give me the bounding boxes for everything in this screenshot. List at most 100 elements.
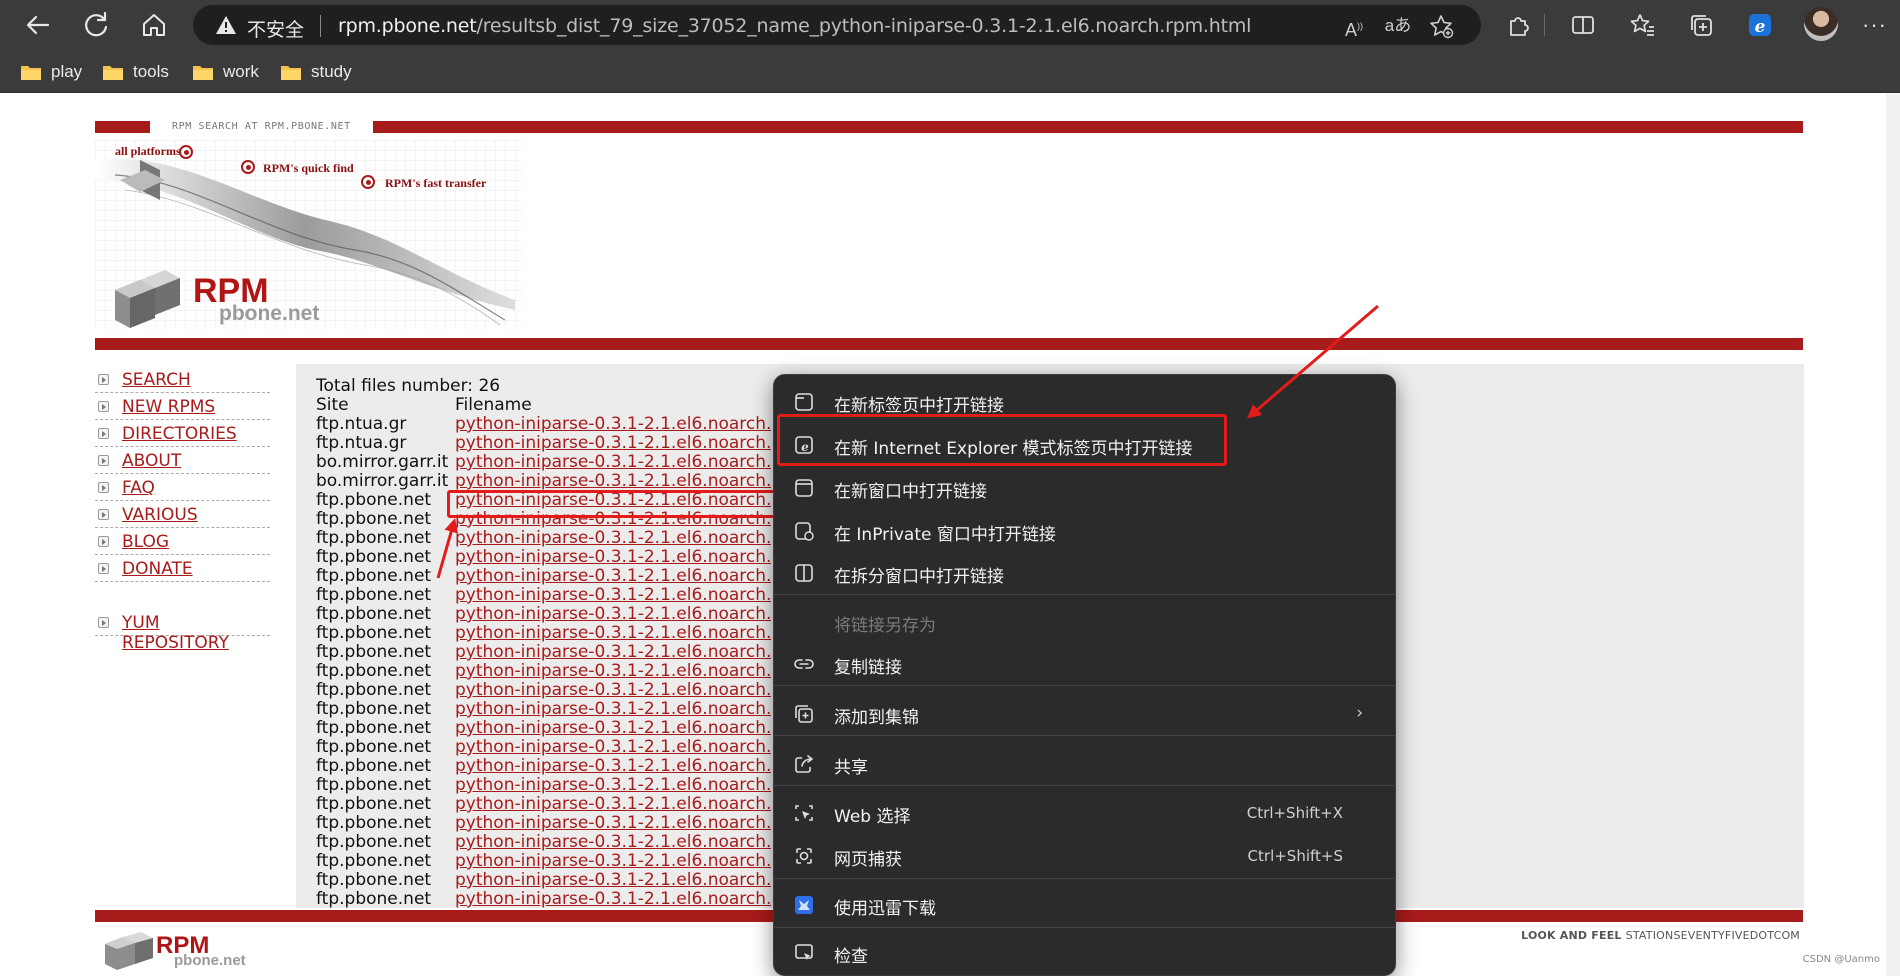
result-file-link[interactable]: python-iniparse-0.3.1-2.1.el6.noarch.rpm: [455, 889, 771, 909]
back-button[interactable]: [22, 9, 54, 41]
result-site: bo.mirror.garr.it: [316, 471, 449, 491]
result-site: ftp.pbone.net: [316, 889, 432, 909]
sidebar-link[interactable]: YUM REPOSITORY: [122, 613, 270, 653]
banner-link-fast-transfer[interactable]: RPM's fast transfer: [385, 176, 486, 191]
banner-dot-icon: [241, 160, 255, 174]
result-file-link[interactable]: python-iniparse-0.3.1-2.1.el6.noarch.rpm: [455, 547, 771, 567]
menu-item-inspect[interactable]: 检查: [780, 934, 1391, 972]
split-screen-icon[interactable]: [1568, 10, 1598, 40]
result-file-link[interactable]: python-iniparse-0.3.1-2.1.el6.noarch.rpm: [455, 718, 771, 738]
result-site: ftp.pbone.net: [316, 604, 432, 624]
sidebar-item-faq[interactable]: FAQ: [95, 474, 270, 501]
insecure-label[interactable]: 不安全: [247, 15, 304, 42]
sidebar-item-search[interactable]: SEARCH: [95, 366, 270, 393]
ie-mode-icon[interactable]: e: [1745, 10, 1775, 40]
result-file-link[interactable]: python-iniparse-0.3.1-2.1.el6.noarch.rpm: [455, 471, 771, 491]
url-text[interactable]: rpm.pbone.net/resultsb_dist_79_size_3705…: [338, 15, 1251, 37]
browser-toolbar: 不安全 rpm.pbone.net/resultsb_dist_79_size_…: [0, 0, 1900, 50]
bookmark-work[interactable]: work: [192, 60, 259, 84]
menu-item-open-split-window[interactable]: 在拆分窗口中打开链接: [780, 554, 1391, 592]
menu-item-add-to-collections[interactable]: 添加到集锦 ›: [780, 695, 1391, 733]
result-file-link[interactable]: python-iniparse-0.3.1-2.1.el6.noarch.rpm: [455, 414, 771, 434]
sidebar-link[interactable]: DONATE: [122, 559, 193, 579]
result-site: ftp.pbone.net: [316, 794, 432, 814]
banner-link-all-platforms[interactable]: all platforms: [115, 144, 181, 159]
sidebar-link[interactable]: SEARCH: [122, 370, 191, 390]
result-file-link[interactable]: python-iniparse-0.3.1-2.1.el6.noarch.rpm: [455, 604, 771, 624]
result-file-link[interactable]: python-iniparse-0.3.1-2.1.el6.noarch.rpm: [455, 585, 771, 605]
sidebar-link[interactable]: BLOG: [122, 532, 169, 552]
result-file-link[interactable]: python-iniparse-0.3.1-2.1.el6.noarch.rpm: [455, 433, 771, 453]
menu-item-label: 在 InPrivate 窗口中打开链接: [834, 525, 1056, 545]
result-file-link[interactable]: python-iniparse-0.3.1-2.1.el6.noarch.rpm: [455, 699, 771, 719]
sidebar-item-blog[interactable]: BLOG: [95, 528, 270, 555]
extensions-icon[interactable]: [1503, 10, 1533, 40]
result-site: ftp.pbone.net: [316, 642, 432, 662]
sidebar-link[interactable]: ABOUT: [122, 451, 181, 471]
sidebar-link[interactable]: FAQ: [122, 478, 155, 498]
banner-link-quick-find[interactable]: RPM's quick find: [263, 161, 354, 176]
bookmark-study[interactable]: study: [280, 60, 352, 84]
sidebar-link[interactable]: DIRECTORIES: [122, 424, 237, 444]
translate-icon[interactable]: aあ: [1381, 13, 1415, 39]
sidebar-item-about[interactable]: ABOUT: [95, 447, 270, 474]
favorites-icon[interactable]: [1627, 10, 1657, 40]
menu-item-web-capture[interactable]: 网页捕获 Ctrl+Shift+S: [780, 837, 1391, 875]
menu-item-save-link-as: 将链接另存为: [780, 603, 1391, 641]
new-tab-icon: [793, 391, 815, 413]
bookmark-play[interactable]: play: [20, 60, 82, 84]
result-file-link[interactable]: python-iniparse-0.3.1-2.1.el6.noarch.rpm: [455, 661, 771, 681]
result-file-link[interactable]: python-iniparse-0.3.1-2.1.el6.noarch.rpm: [455, 680, 771, 700]
menu-separator: [774, 927, 1395, 928]
banner-red-bar: [95, 338, 1803, 350]
column-header-site: Site: [316, 395, 349, 415]
result-file-link[interactable]: python-iniparse-0.3.1-2.1.el6.noarch.rpm: [455, 452, 771, 472]
sidebar-item-new-rpms[interactable]: NEW RPMS: [95, 393, 270, 420]
more-menu-icon[interactable]: ···: [1862, 12, 1887, 38]
menu-item-open-new-window[interactable]: 在新窗口中打开链接: [780, 469, 1391, 507]
sidebar-item-directories[interactable]: DIRECTORIES: [95, 420, 270, 447]
result-file-link[interactable]: python-iniparse-0.3.1-2.1.el6.noarch.rpm: [455, 737, 771, 757]
result-site: ftp.pbone.net: [316, 528, 432, 548]
result-file-link[interactable]: python-iniparse-0.3.1-2.1.el6.noarch.rpm: [455, 775, 771, 795]
result-file-link[interactable]: python-iniparse-0.3.1-2.1.el6.noarch.rpm: [455, 623, 771, 643]
collections-icon[interactable]: [1686, 10, 1716, 40]
address-divider: [320, 15, 321, 37]
sidebar-item-donate[interactable]: DONATE: [95, 555, 270, 582]
result-file-link[interactable]: python-iniparse-0.3.1-2.1.el6.noarch.rpm: [455, 756, 771, 776]
total-files-label: Total files number: 26: [316, 376, 501, 396]
folder-icon: [192, 64, 214, 81]
result-file-link[interactable]: python-iniparse-0.3.1-2.1.el6.noarch.rpm: [455, 528, 771, 548]
page-scrollbar[interactable]: [1886, 94, 1900, 976]
result-file-link[interactable]: python-iniparse-0.3.1-2.1.el6.noarch.rpm: [455, 642, 771, 662]
sidebar-link[interactable]: VARIOUS: [122, 505, 198, 525]
bookmark-label: play: [51, 62, 83, 81]
menu-separator: [774, 735, 1395, 736]
result-file-link[interactable]: python-iniparse-0.3.1-2.1.el6.noarch.rpm: [455, 851, 771, 871]
sidebar-link[interactable]: NEW RPMS: [122, 397, 215, 417]
folder-icon: [20, 64, 42, 81]
favorite-star-icon[interactable]: [1428, 13, 1454, 39]
bookmark-tools[interactable]: tools: [102, 60, 169, 84]
menu-item-web-select[interactable]: Web 选择 Ctrl+Shift+X: [780, 794, 1391, 832]
refresh-button[interactable]: [80, 9, 112, 41]
menu-item-thunder-download[interactable]: 使用迅雷下载: [780, 886, 1391, 924]
result-file-link[interactable]: python-iniparse-0.3.1-2.1.el6.noarch.rpm: [455, 794, 771, 814]
folder-icon: [102, 64, 124, 81]
sidebar-item-various[interactable]: VARIOUS: [95, 501, 270, 528]
result-file-link[interactable]: python-iniparse-0.3.1-2.1.el6.noarch.rpm: [455, 832, 771, 852]
result-file-link[interactable]: python-iniparse-0.3.1-2.1.el6.noarch.rpm: [455, 813, 771, 833]
read-aloud-icon[interactable]: A)): [1341, 13, 1367, 40]
column-header-filename: Filename: [455, 395, 532, 415]
url-path: /resultsb_dist_79_size_37052_name_python…: [476, 15, 1252, 37]
result-file-link[interactable]: python-iniparse-0.3.1-2.1.el6.noarch.rpm: [455, 870, 771, 890]
home-button[interactable]: [138, 9, 170, 41]
address-bar[interactable]: 不安全 rpm.pbone.net/resultsb_dist_79_size_…: [193, 5, 1481, 45]
profile-avatar[interactable]: [1804, 7, 1838, 41]
menu-item-share[interactable]: 共享: [780, 745, 1391, 783]
sidebar-item-yum-repository[interactable]: YUM REPOSITORY: [95, 609, 270, 653]
thunder-icon: [793, 894, 815, 916]
menu-item-copy-link[interactable]: 复制链接: [780, 645, 1391, 683]
menu-item-open-inprivate[interactable]: 在 InPrivate 窗口中打开链接: [780, 512, 1391, 550]
result-file-link[interactable]: python-iniparse-0.3.1-2.1.el6.noarch.rpm: [455, 566, 771, 586]
